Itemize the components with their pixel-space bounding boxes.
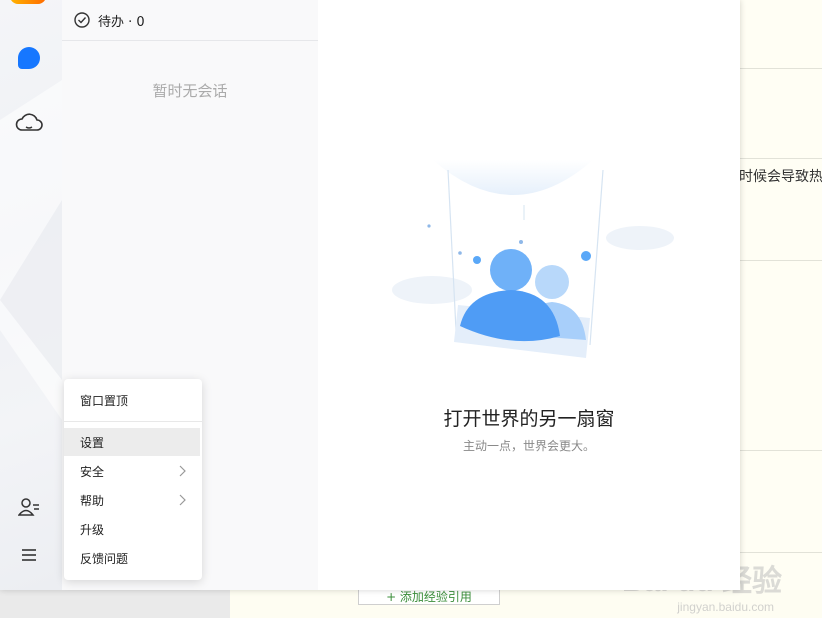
menu-button[interactable] (12, 538, 46, 572)
app-logo (10, 0, 46, 4)
contacts-icon (18, 498, 39, 516)
menu-item-label: 安全 (80, 464, 105, 479)
menu-divider (64, 421, 202, 422)
chevron-right-icon (179, 494, 186, 506)
divider (740, 552, 822, 553)
main-area: 打开世界的另一扇窗 主动一点，世界会更大。 (318, 0, 740, 590)
cloud-icon (15, 113, 43, 131)
hot-air-balloon-illustration (392, 160, 674, 358)
background-strip-left (0, 590, 230, 618)
watermark-url: jingyan.baidu.com (677, 600, 774, 614)
menu-item-label: 反馈问题 (80, 551, 129, 566)
menu-item-label: 帮助 (80, 493, 105, 508)
messages-button[interactable] (12, 41, 46, 75)
hamburger-menu-icon (22, 549, 36, 561)
divider (740, 260, 822, 261)
todo-label: 待办 · 0 (98, 14, 145, 30)
menu-item-help[interactable]: 帮助 (64, 486, 202, 514)
chevron-right-icon (179, 465, 186, 477)
menu-item-settings[interactable]: 设置 (64, 428, 200, 456)
add-experience-button[interactable]: + 添加经验引用 (358, 590, 500, 605)
menu-item-upgrade[interactable]: 升级 (64, 515, 202, 543)
check-circle-icon (74, 12, 90, 28)
menu-item-label: 设置 (80, 435, 105, 450)
cloud-button[interactable] (12, 105, 46, 139)
menu-item-label: 升级 (80, 522, 105, 537)
divider (740, 158, 822, 159)
side-rail (0, 0, 62, 590)
menu-item-feedback[interactable]: 反馈问题 (64, 544, 202, 572)
contacts-button[interactable] (12, 490, 46, 524)
divider (740, 450, 822, 451)
menu-item-pin-window[interactable]: 窗口置顶 (64, 386, 202, 414)
empty-conversation-text: 暂时无会话 (152, 82, 228, 100)
popup-menu: 窗口置顶 设置 安全 帮助 升级 反馈问题 (64, 379, 202, 580)
menu-item-label: 窗口置顶 (80, 393, 129, 408)
welcome-subtitle: 主动一点，世界会更大。 (462, 439, 595, 453)
todo-bar[interactable]: 待办 · 0 (62, 0, 318, 41)
divider (740, 68, 822, 69)
chat-bubble-icon (18, 47, 40, 69)
menu-item-security[interactable]: 安全 (64, 457, 202, 485)
welcome-title: 打开世界的另一扇窗 (443, 408, 615, 430)
background-text: 时候会导致热 (739, 169, 822, 185)
